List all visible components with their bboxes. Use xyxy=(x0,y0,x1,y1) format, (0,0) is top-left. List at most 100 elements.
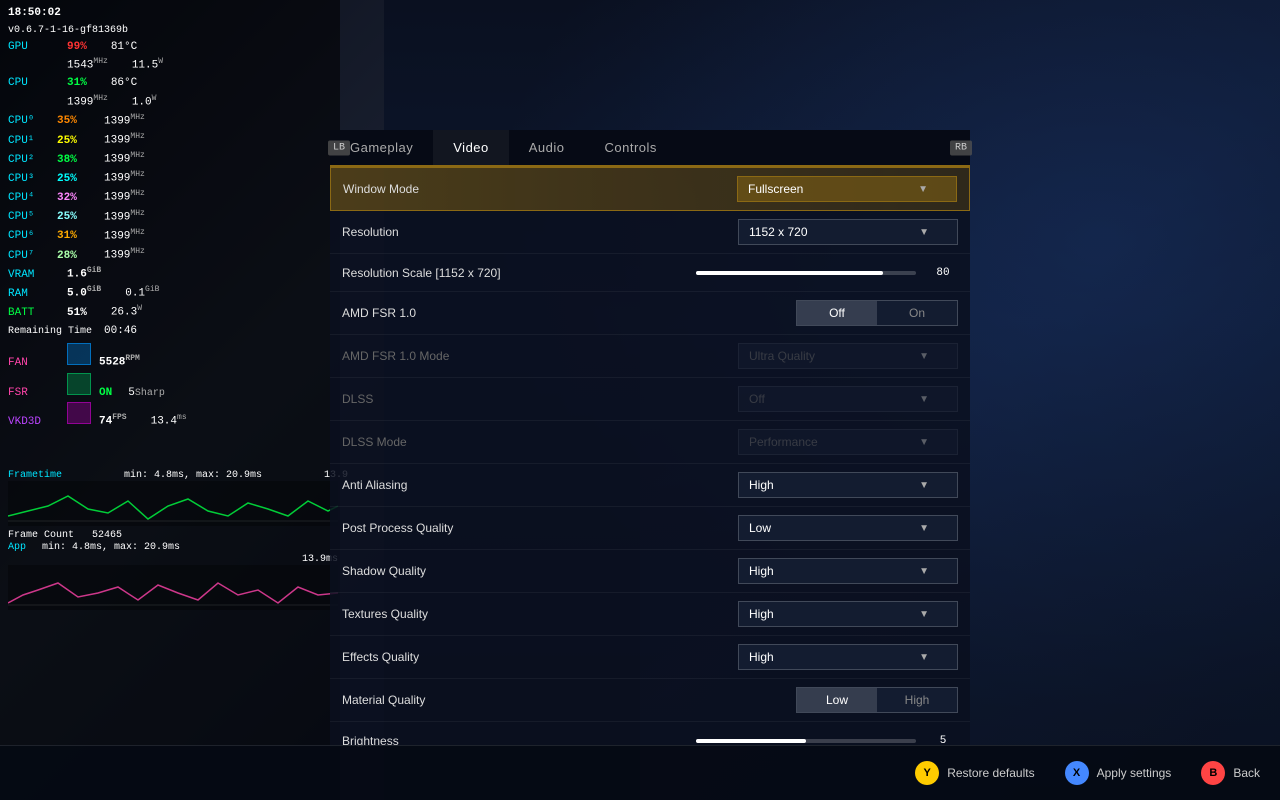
hud-gpu-temp: 81°C xyxy=(111,39,137,56)
back-action[interactable]: B Back xyxy=(1201,761,1260,785)
rb-button[interactable]: RB xyxy=(950,140,972,155)
setting-control-resolution-scale: 80 xyxy=(562,267,958,279)
dropdown-shadow-quality[interactable]: High ▼ xyxy=(738,558,958,584)
hud-core-0-clock: 1399MHz xyxy=(104,112,145,130)
app-label: App xyxy=(8,542,38,553)
dropdown-effects-quality[interactable]: High ▼ xyxy=(738,644,958,670)
hud-ram-swap: 0.1GiB xyxy=(125,284,159,302)
dropdown-window-mode[interactable]: Fullscreen ▼ xyxy=(737,176,957,202)
dropdown-resolution[interactable]: 1152 x 720 ▼ xyxy=(738,219,958,245)
hud-cpu-clock-line: 1399MHz 1.0W xyxy=(8,93,187,111)
tab-gameplay[interactable]: Gameplay xyxy=(330,130,433,165)
setting-label-resolution: Resolution xyxy=(342,225,562,239)
hud-core-7-id: CPU⁷ xyxy=(8,248,53,265)
dropdown-amd-fsr-mode[interactable]: Ultra Quality ▼ xyxy=(738,343,958,369)
dropdown-post-process[interactable]: Low ▼ xyxy=(738,515,958,541)
setting-control-resolution: 1152 x 720 ▼ xyxy=(562,219,958,245)
hud-gpu-label: GPU xyxy=(8,39,63,56)
y-button-icon: Y xyxy=(915,761,939,785)
restore-defaults-action[interactable]: Y Restore defaults xyxy=(915,761,1034,785)
app-stats: min: 4.8ms, max: 20.9ms xyxy=(42,542,180,553)
slider-brightness[interactable] xyxy=(696,739,916,743)
setting-control-textures-quality: High ▼ xyxy=(562,601,958,627)
setting-row-textures-quality: Textures Quality High ▼ xyxy=(330,593,970,636)
dropdown-dlss[interactable]: Off ▼ xyxy=(738,386,958,412)
hud-core-0-id: CPU⁰ xyxy=(8,113,53,130)
setting-control-amd-fsr: Off On xyxy=(562,300,958,326)
slider-resolution-scale[interactable] xyxy=(696,271,916,275)
hud-gpu-clock: 1543MHz xyxy=(67,56,108,74)
setting-row-amd-fsr-mode: AMD FSR 1.0 Mode Ultra Quality ▼ xyxy=(330,335,970,378)
setting-control-effects-quality: High ▼ xyxy=(562,644,958,670)
hud-cpu-cores: CPU⁰ 35% 1399MHz CPU¹ 25% 1399MHz CPU² 3… xyxy=(8,112,187,264)
hud-core-7-line: CPU⁷ 28% 1399MHz xyxy=(8,246,187,264)
settings-content: Window Mode Fullscreen ▼ Resolution 1152… xyxy=(330,167,970,747)
frametime-section: Frametime min: 4.8ms, max: 20.9ms 13.9 xyxy=(8,470,348,531)
dropdown-amd-fsr-mode-arrow-icon: ▼ xyxy=(919,351,929,362)
setting-control-shadow-quality: High ▼ xyxy=(562,558,958,584)
hud-core-5-clock: 1399MHz xyxy=(104,208,145,226)
toggle-amd-fsr-off[interactable]: Off xyxy=(797,301,877,325)
hud-core-5-line: CPU⁵ 25% 1399MHz xyxy=(8,208,187,226)
dropdown-dlss-mode[interactable]: Performance ▼ xyxy=(738,429,958,455)
dropdown-post-process-value: Low xyxy=(749,521,771,535)
dropdown-shadow-quality-value: High xyxy=(749,564,774,578)
tab-video[interactable]: Video xyxy=(433,130,509,165)
hud-core-6-clock: 1399MHz xyxy=(104,227,145,245)
dropdown-arrow-icon: ▼ xyxy=(918,184,928,195)
hud-fsr-line: FSR ON 5Sharp xyxy=(8,373,187,402)
vkd3d-indicator xyxy=(67,402,91,424)
setting-label-dlss-mode: DLSS Mode xyxy=(342,435,562,449)
hud-gpu-line: GPU 99% 81°C xyxy=(8,39,187,56)
setting-control-anti-aliasing: High ▼ xyxy=(562,472,958,498)
hud-core-0-line: CPU⁰ 35% 1399MHz xyxy=(8,112,187,130)
setting-row-material-quality: Material Quality Low High xyxy=(330,679,970,722)
dropdown-effects-quality-value: High xyxy=(749,650,774,664)
toggle-amd-fsr-on[interactable]: On xyxy=(877,301,957,325)
dropdown-anti-aliasing[interactable]: High ▼ xyxy=(738,472,958,498)
hud-gpu-clock-line: 1543MHz 11.5W xyxy=(8,56,187,74)
toggle-material-quality-high[interactable]: High xyxy=(877,688,957,712)
setting-control-dlss-mode: Performance ▼ xyxy=(562,429,958,455)
setting-label-anti-aliasing: Anti Aliasing xyxy=(342,478,562,492)
setting-row-window-mode: Window Mode Fullscreen ▼ xyxy=(330,167,970,211)
app-frametime-graph xyxy=(8,565,338,610)
x-button-icon: X xyxy=(1065,761,1089,785)
slider-val-resolution-scale: 80 xyxy=(928,267,958,279)
setting-row-dlss: DLSS Off ▼ xyxy=(330,378,970,421)
apply-settings-action[interactable]: X Apply settings xyxy=(1065,761,1172,785)
hud-core-4-clock: 1399MHz xyxy=(104,188,145,206)
tab-audio[interactable]: Audio xyxy=(509,130,585,165)
setting-row-resolution: Resolution 1152 x 720 ▼ xyxy=(330,211,970,254)
hud-vkd3d-line: VKD3D 74FPS 13.4ms xyxy=(8,402,187,431)
hud-batt-power: 26.3W xyxy=(111,303,142,321)
setting-label-window-mode: Window Mode xyxy=(343,182,563,196)
setting-control-dlss: Off ▼ xyxy=(562,386,958,412)
app-current: 13.9ms xyxy=(8,554,338,565)
hud-vram-label: VRAM xyxy=(8,267,63,284)
dropdown-textures-quality-arrow-icon: ▼ xyxy=(919,609,929,620)
frame-count-section: Frame Count 52465 App min: 4.8ms, max: 2… xyxy=(8,530,338,614)
setting-row-brightness: Brightness 5 xyxy=(330,722,970,747)
toggle-material-quality-low[interactable]: Low xyxy=(797,688,877,712)
hud-core-7-clock: 1399MHz xyxy=(104,246,145,264)
slider-fill-resolution-scale xyxy=(696,271,883,275)
frametime-label-row: Frametime min: 4.8ms, max: 20.9ms 13.9 xyxy=(8,470,348,481)
hud-remaining-label: Remaining Time xyxy=(8,324,92,339)
tab-controls[interactable]: Controls xyxy=(585,130,677,165)
setting-label-textures-quality: Textures Quality xyxy=(342,607,562,621)
hud-batt-line: BATT 51% 26.3W xyxy=(8,303,187,321)
hud-fan-label: FAN xyxy=(8,355,63,372)
frame-count-value: 52465 xyxy=(92,530,122,541)
dropdown-anti-aliasing-arrow-icon: ▼ xyxy=(919,480,929,491)
fsr-indicator xyxy=(67,373,91,395)
dropdown-window-mode-value: Fullscreen xyxy=(748,182,803,196)
hud-gpu-power: 11.5W xyxy=(132,56,163,74)
dropdown-textures-quality[interactable]: High ▼ xyxy=(738,601,958,627)
tabs-bar: LB Gameplay Video Audio Controls RB xyxy=(330,130,970,167)
hud-cpu-label: CPU xyxy=(8,75,63,92)
frame-count-label: Frame Count xyxy=(8,530,88,541)
setting-label-dlss: DLSS xyxy=(342,392,562,406)
setting-label-post-process: Post Process Quality xyxy=(342,521,562,535)
bottom-bar: Y Restore defaults X Apply settings B Ba… xyxy=(0,745,1280,800)
